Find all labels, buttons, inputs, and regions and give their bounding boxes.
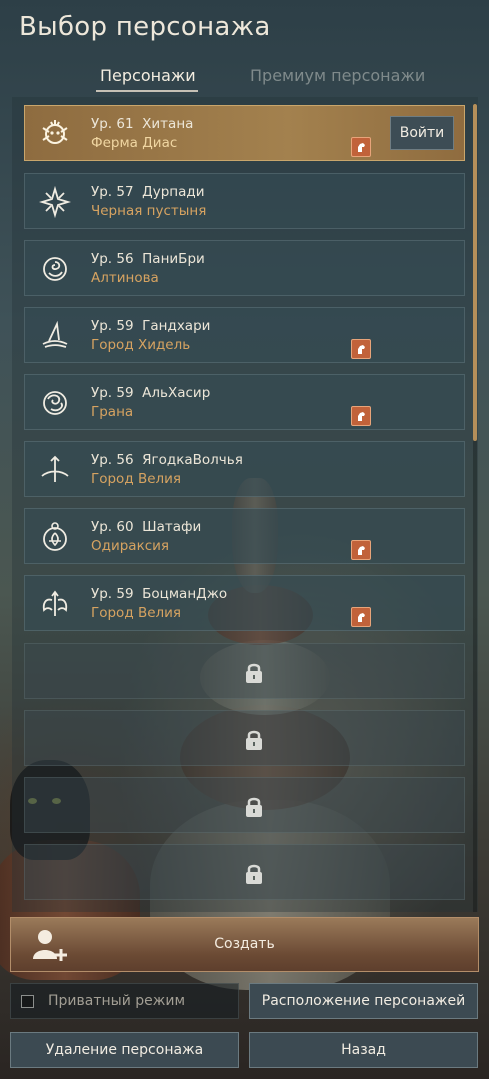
lock-icon	[246, 797, 262, 817]
character-name: Хитана	[142, 116, 194, 132]
tab-premium-characters[interactable]: Премиум персонажи	[250, 66, 425, 85]
tab-bar: Персонажи Премиум персонажи	[0, 62, 489, 92]
character-slot[interactable]: Ур. 56 ПаниБри Алтинова	[24, 240, 465, 296]
horse-icon	[351, 540, 371, 560]
locked-slot[interactable]	[24, 844, 465, 900]
locked-slot[interactable]	[24, 710, 465, 766]
character-level: Ур. 57	[91, 184, 134, 200]
class-emblem-star-icon	[39, 186, 71, 218]
locked-slot[interactable]	[24, 643, 465, 699]
character-name: Гандхари	[142, 318, 211, 334]
horse-icon	[351, 607, 371, 627]
class-emblem-bow-icon	[41, 455, 69, 482]
character-slot[interactable]: Ур. 60 Шатафи Одираксия	[24, 508, 465, 564]
character-level-name: Ур. 56 ЯгодкаВолчья	[91, 452, 243, 468]
character-level-name: Ур. 59 Гандхари	[91, 318, 210, 334]
character-slot-selected[interactable]: Ур. 61 Хитана Ферма Диас Войти	[24, 105, 465, 161]
back-button[interactable]: Назад	[249, 1032, 478, 1068]
create-character-label: Создать	[214, 936, 275, 952]
character-name: Дурпади	[142, 184, 205, 200]
character-location: Грана	[91, 404, 134, 420]
character-slot[interactable]: Ур. 57 Дурпади Черная пустыня	[24, 173, 465, 229]
character-level-name: Ур. 61 Хитана	[91, 116, 193, 132]
character-level: Ур. 56	[91, 452, 134, 468]
private-mode-checkbox[interactable]	[21, 995, 34, 1008]
horse-icon	[351, 137, 371, 157]
character-level-name: Ур. 59 АльХасир	[91, 385, 210, 401]
class-emblem-wizard-hat-icon	[42, 320, 68, 348]
character-name: АльХасир	[142, 385, 211, 401]
horse-icon	[351, 406, 371, 426]
class-emblem-hitana-icon	[42, 120, 68, 144]
character-level-name: Ур. 59 БоцманДжо	[91, 586, 227, 602]
character-level: Ур. 59	[91, 385, 134, 401]
private-mode-label: Приватный режим	[48, 993, 186, 1009]
character-name: ПаниБри	[142, 251, 205, 267]
character-level: Ур. 59	[91, 318, 134, 334]
lock-icon	[246, 864, 262, 884]
class-emblem-rose-icon	[43, 257, 67, 281]
class-emblem-flower-icon	[43, 522, 67, 551]
delete-character-button[interactable]: Удаление персонажа	[10, 1032, 239, 1068]
character-location: Город Велия	[91, 605, 182, 621]
locked-slot[interactable]	[24, 777, 465, 833]
horse-icon	[351, 339, 371, 359]
character-arrangement-button[interactable]: Расположение персонажей	[249, 983, 478, 1019]
character-name: БоцманДжо	[142, 586, 228, 602]
page-title: Выбор персонажа	[19, 12, 271, 42]
lock-icon	[246, 663, 262, 683]
character-level-name: Ур. 56 ПаниБри	[91, 251, 205, 267]
character-slot[interactable]: Ур. 59 БоцманДжо Город Велия	[24, 575, 465, 631]
character-location: Одираксия	[91, 538, 170, 554]
character-slot[interactable]: Ур. 56 ЯгодкаВолчья Город Велия	[24, 441, 465, 497]
class-emblem-wings-icon	[42, 590, 68, 616]
active-tab-indicator	[96, 90, 198, 92]
character-location: Город Хидель	[91, 337, 191, 353]
character-slot[interactable]: Ур. 59 АльХасир Грана	[24, 374, 465, 430]
character-level-name: Ур. 57 Дурпади	[91, 184, 204, 200]
character-location: Город Велия	[91, 471, 182, 487]
character-level: Ур. 56	[91, 251, 134, 267]
character-location: Алтинова	[91, 270, 159, 286]
lock-icon	[246, 730, 262, 750]
private-mode-toggle[interactable]: Приватный режим	[10, 983, 239, 1019]
class-emblem-swirl-icon	[43, 391, 67, 415]
character-location: Черная пустыня	[91, 203, 207, 219]
character-name: ЯгодкаВолчья	[142, 452, 243, 468]
enter-game-button[interactable]: Войти	[390, 116, 454, 150]
character-slot[interactable]: Ур. 59 Гандхари Город Хидель	[24, 307, 465, 363]
character-location: Ферма Диас	[91, 135, 178, 151]
character-level: Ур. 61	[91, 116, 134, 132]
tab-characters[interactable]: Персонажи	[100, 66, 196, 85]
character-name: Шатафи	[142, 519, 202, 535]
character-level-name: Ур. 60 Шатафи	[91, 519, 201, 535]
character-level: Ур. 59	[91, 586, 134, 602]
scrollbar-thumb[interactable]	[473, 104, 477, 441]
character-level: Ур. 60	[91, 519, 134, 535]
create-character-button[interactable]: Создать	[10, 917, 479, 972]
